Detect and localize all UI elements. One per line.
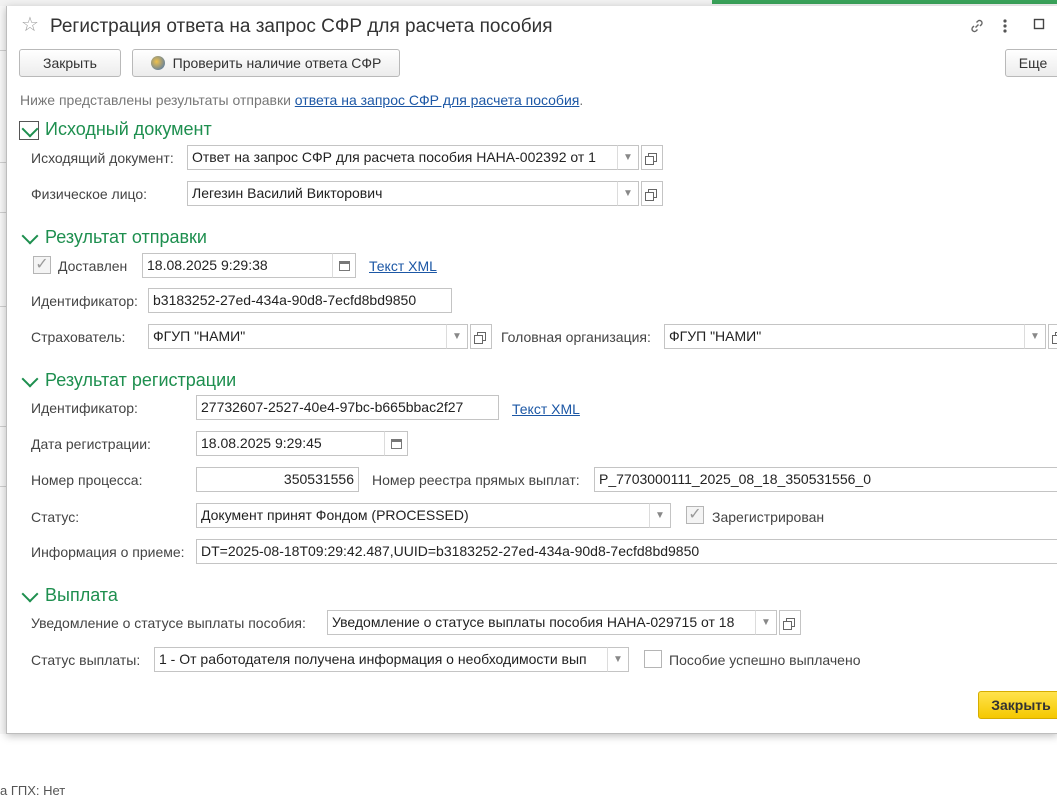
outgoing-doc-label: Исходящий документ: (31, 150, 174, 166)
registered-checkbox[interactable]: ✓ (686, 506, 704, 524)
insurer-dropdown[interactable]: ▼ (446, 324, 468, 349)
payment-notice-label: Уведомление о статусе выплаты пособия: (31, 615, 306, 631)
triangle-down-icon: ▼ (761, 617, 771, 628)
send-id-label: Идентификатор: (31, 293, 138, 309)
hint-text: Ниже представлены результаты отправки от… (20, 92, 583, 108)
triangle-down-icon: ▼ (613, 654, 623, 665)
insurer-field[interactable]: ФГУП "НАМИ" (148, 324, 448, 349)
payment-status-dropdown[interactable]: ▼ (607, 647, 629, 672)
payment-notice-field[interactable]: Уведомление о статусе выплаты пособия НА… (327, 610, 757, 635)
receipt-info-label: Информация о приеме: (31, 544, 185, 560)
receipt-info-field[interactable]: DT=2025-08-18T09:29:42.487,UUID=b3183252… (196, 539, 1057, 564)
status-field[interactable]: Документ принят Фондом (PROCESSED) (196, 503, 651, 528)
background-active-tab-indicator (712, 0, 1057, 4)
status-label: Статус: (31, 509, 79, 525)
open-window-icon (786, 618, 795, 627)
section-title-send-result: Результат отправки (45, 227, 207, 248)
person-dropdown[interactable]: ▼ (617, 181, 639, 206)
payment-notice-dropdown[interactable]: ▼ (755, 610, 777, 635)
send-id-field[interactable]: b3183252-27ed-434a-90d8-7ecfd8bd9850 (148, 288, 452, 313)
triangle-down-icon: ▼ (655, 510, 665, 521)
outgoing-doc-field[interactable]: Ответ на запрос СФР для расчета пособия … (187, 145, 619, 170)
check-sfr-response-button[interactable]: Проверить наличие ответа СФР (132, 49, 400, 77)
triangle-down-icon: ▼ (452, 331, 462, 342)
reg-xml-link[interactable]: Текст XML (512, 401, 580, 417)
hint-link[interactable]: ответа на запрос СФР для расчета пособия (295, 92, 580, 108)
outgoing-doc-dropdown[interactable]: ▼ (617, 145, 639, 170)
paid-successfully-checkbox[interactable] (644, 650, 662, 668)
process-number-field[interactable]: 350531556 (196, 467, 359, 492)
delivered-date-field[interactable]: 18.08.2025 9:29:38 (142, 253, 334, 278)
paid-successfully-label: Пособие успешно выплачено (669, 652, 860, 668)
delivered-date-calendar-button[interactable] (332, 253, 356, 278)
checkmark-icon: ✓ (35, 257, 48, 273)
triangle-down-icon: ▼ (1030, 331, 1040, 342)
footer-close-button[interactable]: Закрыть (978, 691, 1057, 719)
more-menu-icon[interactable] (1002, 18, 1008, 38)
delivered-checkbox[interactable]: ✓ (33, 256, 51, 274)
maximize-icon[interactable] (1033, 18, 1045, 34)
chevron-down-icon[interactable] (22, 228, 39, 245)
check-sfr-response-label: Проверить наличие ответа СФР (173, 55, 382, 71)
registration-dialog: ☆ Регистрация ответа на запрос СФР для р… (6, 6, 1057, 734)
dialog-title: Регистрация ответа на запрос СФР для рас… (50, 16, 553, 38)
triangle-down-icon: ▼ (623, 152, 633, 163)
link-icon[interactable] (969, 18, 985, 38)
triangle-down-icon: ▼ (623, 188, 633, 199)
payment-status-label: Статус выплаты: (31, 652, 140, 668)
head-org-open-button[interactable] (1048, 324, 1057, 349)
send-xml-link[interactable]: Текст XML (369, 258, 437, 274)
reg-date-calendar-button[interactable] (384, 431, 408, 456)
section-title-payment: Выплата (45, 585, 118, 606)
calendar-icon (391, 439, 402, 449)
process-number-label: Номер процесса: (31, 472, 142, 488)
calendar-icon (339, 261, 350, 271)
open-window-icon (477, 332, 486, 341)
favorite-star-icon[interactable]: ☆ (21, 15, 39, 35)
reg-id-label: Идентификатор: (31, 400, 138, 416)
registry-number-label: Номер реестра прямых выплат: (372, 472, 580, 488)
head-org-dropdown[interactable]: ▼ (1024, 324, 1046, 349)
delivered-label: Доставлен (58, 258, 127, 274)
reg-date-field[interactable]: 18.08.2025 9:29:45 (196, 431, 386, 456)
payment-status-field[interactable]: 1 - От работодателя получена информация … (154, 647, 609, 672)
payment-notice-open-button[interactable] (779, 610, 801, 635)
person-field[interactable]: Легезин Василий Викторович (187, 181, 619, 206)
status-dropdown[interactable]: ▼ (649, 503, 671, 528)
open-window-icon (648, 153, 657, 162)
insurer-open-button[interactable] (470, 324, 492, 349)
hint-suffix: . (579, 92, 583, 108)
reg-date-label: Дата регистрации: (31, 436, 151, 452)
more-button[interactable]: Еще (1005, 49, 1057, 77)
person-open-button[interactable] (641, 181, 663, 206)
outgoing-doc-open-button[interactable] (641, 145, 663, 170)
registry-number-field[interactable]: P_7703000111_2025_08_18_350531556_0 (594, 467, 1057, 492)
open-window-icon (648, 189, 657, 198)
chevron-down-icon[interactable] (22, 586, 39, 603)
checkmark-icon: ✓ (688, 507, 701, 523)
chevron-down-icon[interactable] (22, 371, 39, 388)
sfr-check-icon (151, 56, 165, 70)
section-title-registration: Результат регистрации (45, 370, 236, 391)
hint-prefix: Ниже представлены результаты отправки (20, 92, 295, 108)
head-org-field[interactable]: ФГУП "НАМИ" (664, 324, 1026, 349)
registered-label: Зарегистрирован (712, 509, 824, 525)
person-label: Физическое лицо: (31, 186, 147, 202)
head-org-label: Головная организация: (501, 329, 651, 345)
insurer-label: Страхователь: (31, 329, 125, 345)
reg-id-field[interactable]: 27732607-2527-40e4-97bc-b665bbac2f27 (196, 395, 499, 420)
section-title-source: Исходный документ (45, 119, 212, 140)
close-button[interactable]: Закрыть (19, 49, 121, 77)
